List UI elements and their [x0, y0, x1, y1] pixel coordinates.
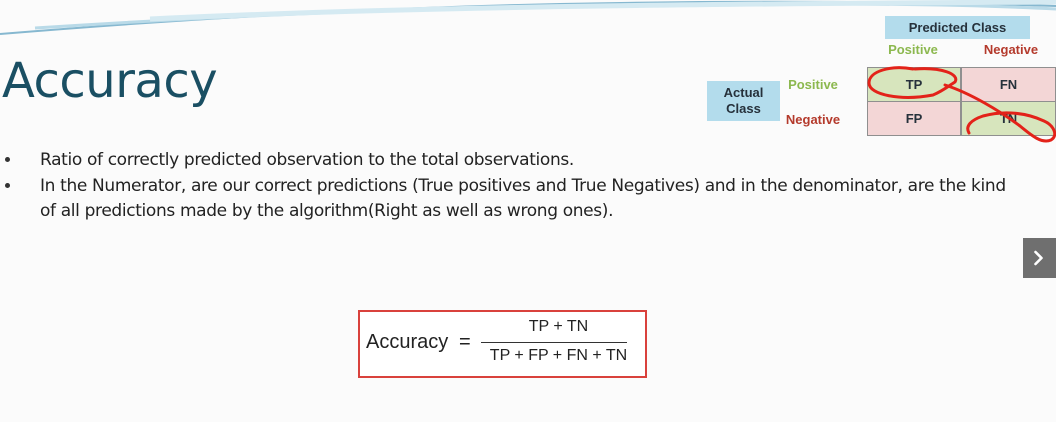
- next-slide-button[interactable]: [1023, 238, 1056, 278]
- predicted-class-header: Predicted Class: [885, 16, 1030, 39]
- fraction-bar: [481, 342, 627, 343]
- actual-class-header: Actual Class: [707, 81, 780, 121]
- bullet-marker: [5, 157, 10, 162]
- bullet-marker: [5, 183, 10, 188]
- formula-numerator: TP + TN: [528, 318, 589, 335]
- diagonal-highlight-annotation: [867, 66, 1056, 143]
- predicted-negative-label: Negative: [983, 42, 1039, 57]
- formula-equals-sign: =: [459, 331, 471, 353]
- slide-title: Accuracy: [2, 53, 218, 109]
- bullet-text: In the Numerator, are our correct predic…: [40, 176, 1006, 221]
- actual-negative-label: Negative: [785, 112, 841, 127]
- accuracy-formula-box: Accuracy = TP + TN TP + FP + FN + TN: [358, 310, 647, 378]
- formula-denominator: TP + FP + FN + TN: [489, 347, 628, 364]
- formula-lhs: Accuracy: [366, 331, 449, 353]
- actual-positive-label: Positive: [788, 77, 838, 92]
- predicted-positive-label: Positive: [888, 42, 938, 57]
- chevron-right-icon: [1034, 250, 1043, 266]
